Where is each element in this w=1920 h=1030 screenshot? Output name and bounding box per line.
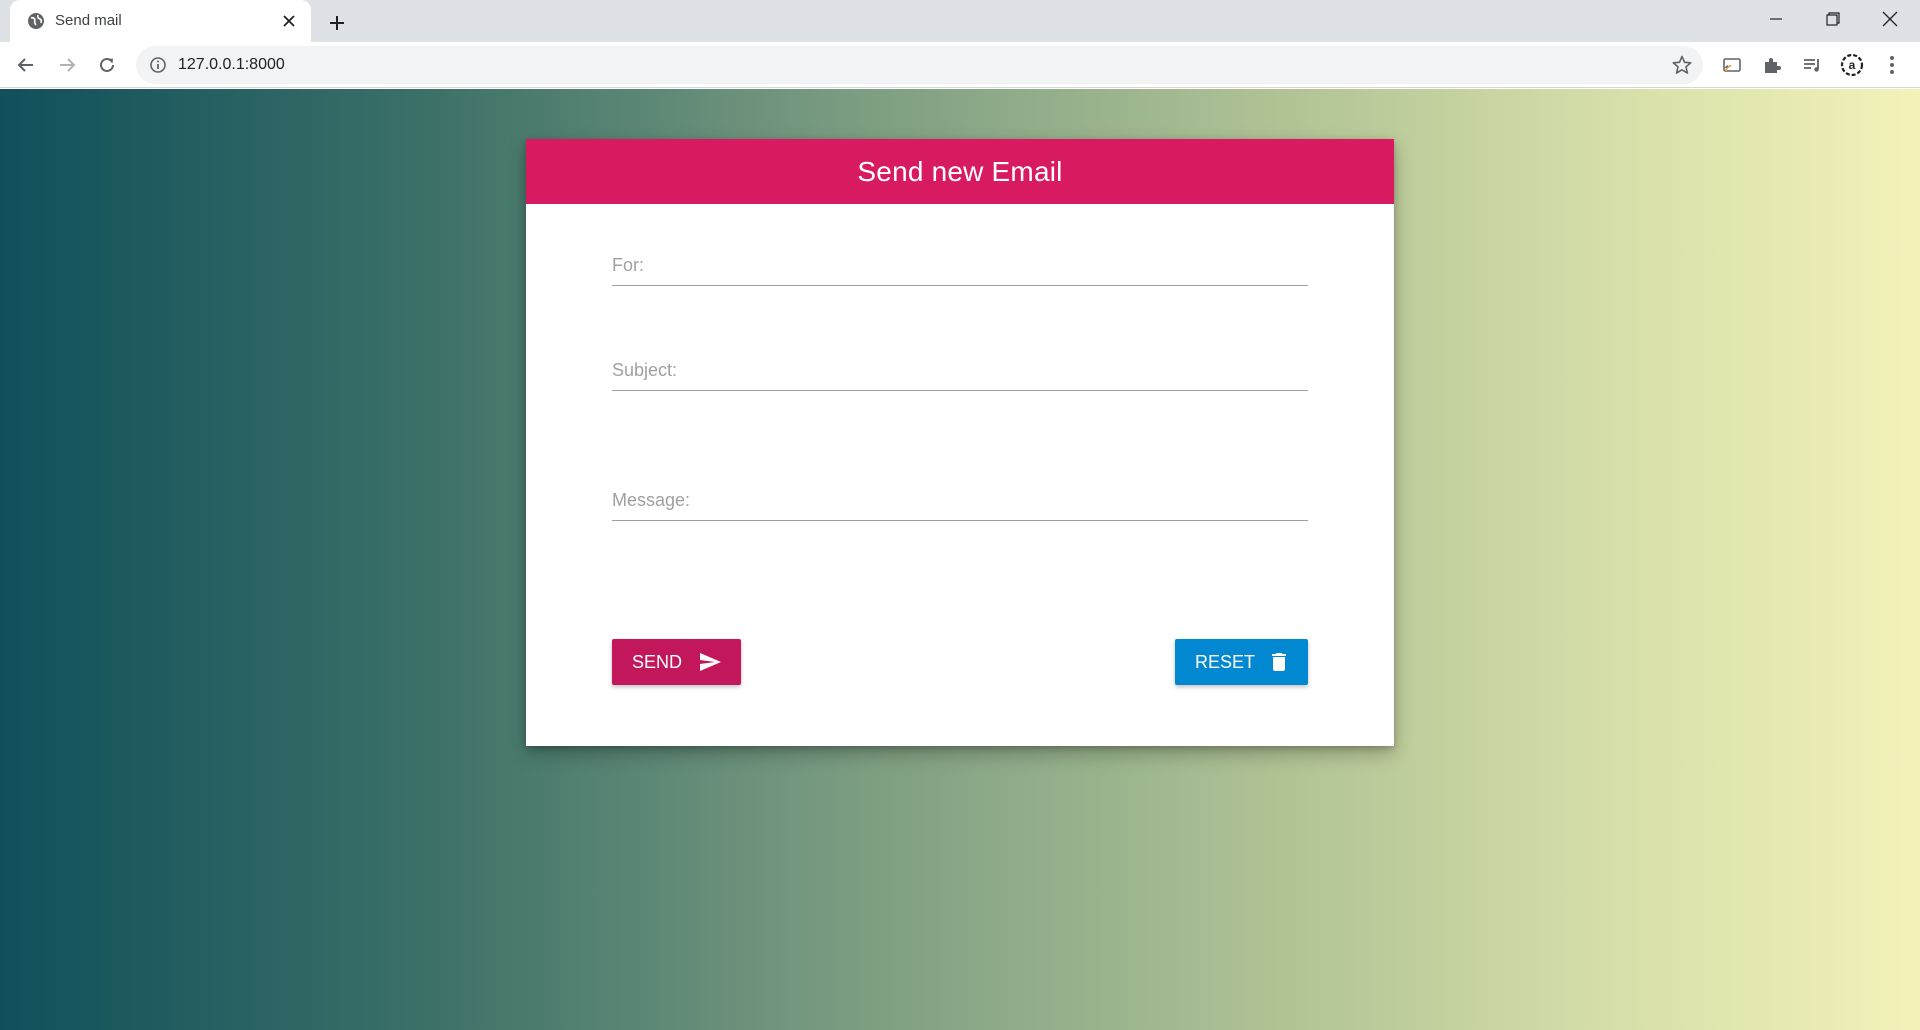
message-field: [612, 481, 1308, 521]
restore-icon[interactable]: [1805, 0, 1861, 38]
cast-icon[interactable]: [1718, 51, 1746, 79]
message-input[interactable]: [612, 481, 1308, 519]
globe-icon: [26, 11, 46, 31]
info-icon[interactable]: [148, 55, 168, 75]
url-text[interactable]: 127.0.0.1:8000: [178, 56, 285, 74]
reset-button[interactable]: RESET: [1175, 639, 1308, 685]
send-button[interactable]: SEND: [612, 639, 741, 685]
close-icon[interactable]: [279, 11, 299, 31]
for-input[interactable]: [612, 246, 1308, 284]
media-queue-icon[interactable]: [1798, 51, 1826, 79]
minimize-icon[interactable]: [1748, 0, 1804, 38]
tab-title: Send mail: [55, 12, 122, 29]
close-icon[interactable]: [1862, 0, 1918, 38]
reload-icon[interactable]: [91, 49, 123, 81]
browser-toolbar: 127.0.0.1:8000 a: [0, 42, 1920, 88]
reset-button-label: RESET: [1195, 652, 1256, 672]
forward-arrow-icon[interactable]: [51, 49, 83, 81]
send-button-label: SEND: [632, 652, 683, 672]
subject-field: [612, 351, 1308, 391]
form-header: Send new Email: [526, 139, 1394, 204]
plus-icon[interactable]: [323, 9, 351, 37]
send-icon: [698, 650, 722, 674]
page-background: Send new Email SEND RESET: [0, 89, 1920, 1030]
profile-icon[interactable]: a: [1838, 51, 1866, 79]
browser-tab[interactable]: Send mail: [10, 0, 311, 42]
for-field: [612, 246, 1308, 286]
browser-tabstrip: Send mail: [0, 0, 1920, 42]
address-bar[interactable]: 127.0.0.1:8000: [136, 46, 1703, 84]
star-icon[interactable]: [1671, 54, 1693, 76]
email-form-card: Send new Email SEND RESET: [526, 139, 1394, 746]
puzzle-icon[interactable]: [1758, 51, 1786, 79]
trash-icon: [1267, 650, 1291, 674]
kebab-menu-icon[interactable]: [1878, 51, 1906, 79]
back-arrow-icon[interactable]: [10, 49, 42, 81]
svg-text:a: a: [1849, 58, 1856, 72]
form-title: Send new Email: [857, 155, 1063, 187]
subject-input[interactable]: [612, 351, 1308, 389]
